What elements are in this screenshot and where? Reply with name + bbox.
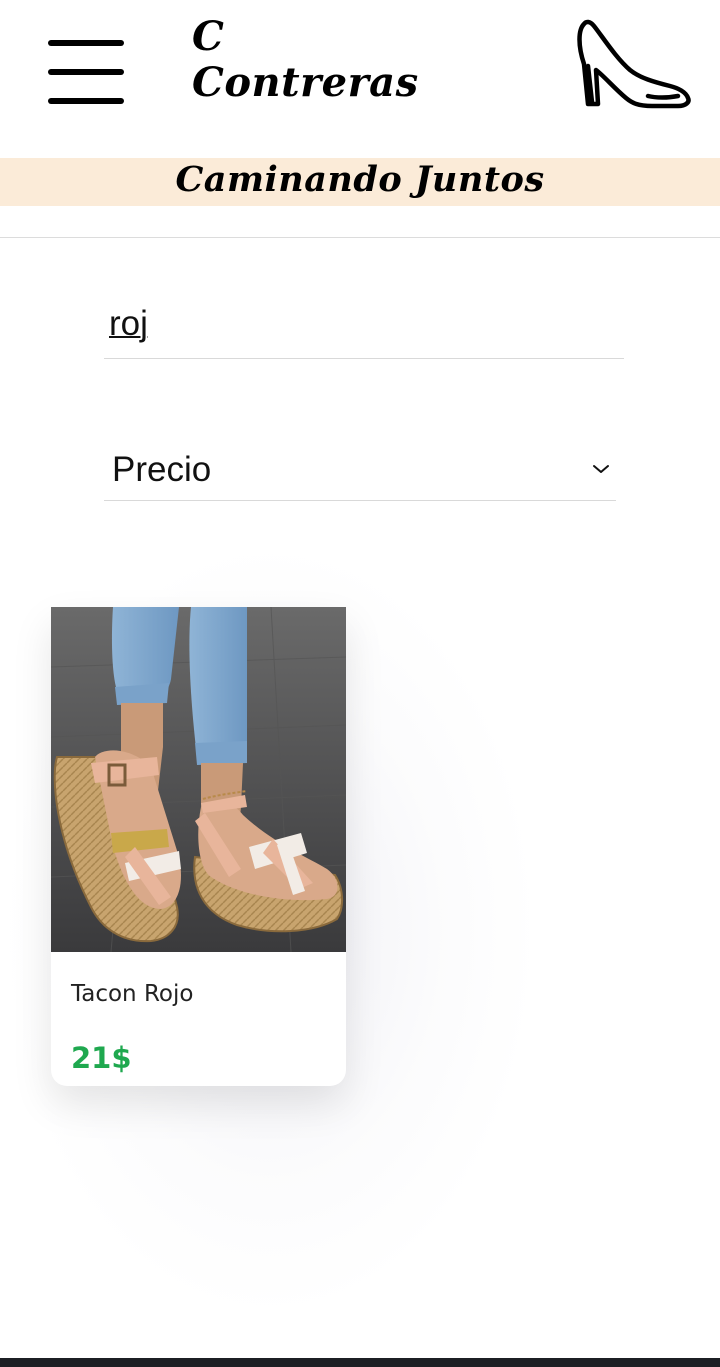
page: C Contreras Caminando Juntos Precio — [0, 0, 720, 1367]
system-navigation-bar — [0, 1358, 720, 1367]
product-image[interactable] — [51, 607, 346, 952]
product-card[interactable]: Tacon Rojo 21$ — [51, 607, 346, 1086]
brand-line-1: C — [192, 13, 225, 60]
search-input[interactable] — [104, 304, 619, 344]
hamburger-menu-icon-bar — [48, 69, 124, 75]
brand-title[interactable]: C Contreras — [192, 14, 419, 106]
header-divider — [0, 237, 720, 238]
chevron-down-icon — [593, 465, 609, 473]
search-field — [104, 298, 624, 359]
brand-line-2: Contreras — [192, 59, 419, 106]
header: C Contreras — [0, 0, 720, 158]
hamburger-menu-icon-bar — [48, 40, 124, 46]
sort-select[interactable]: Precio — [104, 442, 616, 501]
menu-button[interactable] — [48, 40, 126, 106]
product-price: 21$ — [71, 1041, 132, 1075]
sort-select-value: Precio — [112, 450, 212, 489]
tagline: Caminando Juntos — [175, 159, 545, 200]
high-heel-shoe-icon — [577, 19, 691, 109]
hamburger-menu-icon-bar — [48, 98, 124, 104]
tagline-banner: Caminando Juntos — [0, 158, 720, 206]
product-name[interactable]: Tacon Rojo — [71, 981, 193, 1007]
